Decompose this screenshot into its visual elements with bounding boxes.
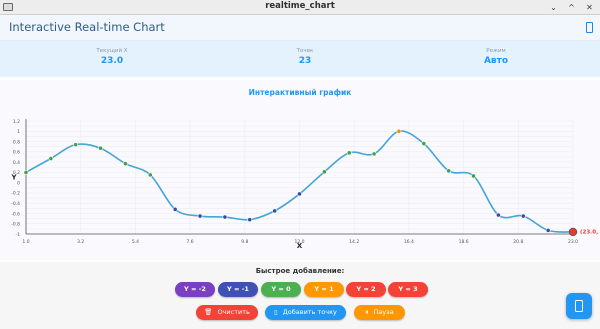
pause-icon: ⏸ <box>365 308 369 316</box>
app-bar: Interactive Real-time Chart <box>0 15 600 41</box>
pause-button[interactable]: ⏸ Пауза <box>354 305 405 320</box>
close-icon[interactable]: ✕ <box>584 2 595 13</box>
data-point <box>98 145 103 151</box>
pause-label: Пауза <box>373 308 394 316</box>
add-point-label: Добавить точку <box>282 308 337 316</box>
data-point <box>222 214 228 220</box>
add-y-3-button[interactable]: Y = 3 <box>388 282 428 297</box>
stat-value: Авто <box>483 56 509 66</box>
data-point <box>23 169 29 175</box>
data-point <box>471 173 476 179</box>
data-point <box>421 141 427 146</box>
data-point <box>346 150 352 156</box>
x-tick-label: 16.4 <box>404 239 414 245</box>
y-tick-label: -0.6 <box>11 211 20 217</box>
chart-card: Интерактивный график 1.2 1 0.8 0.6 0.4 0.2 0 -0… <box>0 80 600 260</box>
data-point <box>73 142 79 148</box>
x-axis-label: X <box>297 242 303 250</box>
add-y-1-button[interactable]: Y = 1 <box>304 282 344 297</box>
window-title: realtime_chart <box>265 1 335 11</box>
stat-value: 23 <box>298 56 312 66</box>
y-tick-label: 0 <box>17 180 20 186</box>
x-tick-label: 18.6 <box>459 239 469 245</box>
y-tick-label: 1.2 <box>13 119 20 125</box>
y-tick-label: -0.2 <box>11 191 20 197</box>
y-axis-label: Y <box>10 174 17 182</box>
app-title: Interactive Real-time Chart <box>9 20 165 34</box>
quick-add-title: Быстрое добавление: <box>255 267 345 275</box>
quick-add-panel: Быстрое добавление: Y = -2 Y = -1 Y = 0 … <box>0 262 600 329</box>
x-tick-label: 7.6 <box>187 239 194 245</box>
x-tick-label: 23.0 <box>568 239 578 245</box>
stat-label: Текущий X <box>96 48 128 54</box>
add-y-2-button[interactable]: Y = 2 <box>346 282 386 297</box>
y-tick-label: -0.8 <box>11 222 20 228</box>
add-point-button[interactable]: ▯ Добавить точку <box>265 305 346 320</box>
window-titlebar: realtime_chart ⌄ ^ ✕ <box>0 0 600 15</box>
x-tick-label: 20.8 <box>513 239 523 245</box>
add-y-minus-1-button[interactable]: Y = -1 <box>218 282 258 297</box>
data-point <box>396 128 402 134</box>
data-point <box>496 212 501 218</box>
data-point <box>545 228 551 233</box>
stat-mode: Режим Авто <box>436 48 556 66</box>
y-tick-label: 0.6 <box>13 150 20 156</box>
data-point <box>272 208 278 214</box>
phone-icon <box>575 300 583 312</box>
data-point <box>48 156 54 161</box>
minimize-icon[interactable]: ⌄ <box>548 2 559 13</box>
data-point <box>446 168 452 174</box>
data-point <box>297 191 302 197</box>
x-tick-label: 5.4 <box>132 239 139 245</box>
maximize-icon[interactable]: ^ <box>566 2 577 13</box>
device-menu-icon[interactable] <box>586 22 593 33</box>
y-tick-label: 0.8 <box>13 139 20 145</box>
clear-label: Очистить <box>217 308 250 316</box>
y-tick-label: 0.4 <box>13 160 20 166</box>
data-point <box>172 206 178 212</box>
line-chart[interactable]: 1.210.80.60.40.20-0.2-0.4-0.6-0.8-11.0 3.… <box>0 80 600 260</box>
stat-current-x: Текущий X 23.0 <box>52 48 172 66</box>
stat-label: Режим <box>486 48 506 54</box>
trash-icon: 🗑 <box>204 308 213 316</box>
floating-action-button[interactable] <box>566 293 592 319</box>
stat-value: 23.0 <box>100 56 124 66</box>
data-point <box>247 217 253 223</box>
data-point <box>321 169 327 175</box>
y-tick-label: 1 <box>17 129 20 135</box>
current-point-marker <box>568 227 578 237</box>
x-tick-label: 9.8 <box>241 239 248 245</box>
point-annotation: (23.0, <box>580 229 598 235</box>
stat-label: Точек <box>296 48 314 54</box>
data-point <box>520 213 526 219</box>
data-point <box>371 151 377 157</box>
x-tick-label: 3.2 <box>77 239 84 245</box>
x-tick-label: 14.2 <box>349 239 359 245</box>
clear-button[interactable]: 🗑 Очистить <box>196 305 258 320</box>
data-point <box>147 172 153 178</box>
data-point <box>197 213 203 219</box>
phone-icon: ▯ <box>274 308 278 316</box>
add-y-minus-2-button[interactable]: Y = -2 <box>175 282 215 297</box>
y-tick-label: -1 <box>16 232 21 238</box>
data-point <box>123 161 128 167</box>
add-y-0-button[interactable]: Y = 0 <box>261 282 301 297</box>
stats-panel: Текущий X 23.0 Точек 23 Режим Авто <box>0 41 600 77</box>
stat-points: Точек 23 <box>245 48 365 66</box>
x-tick-label: 1.0 <box>22 239 29 245</box>
y-tick-label: -0.4 <box>11 201 20 207</box>
